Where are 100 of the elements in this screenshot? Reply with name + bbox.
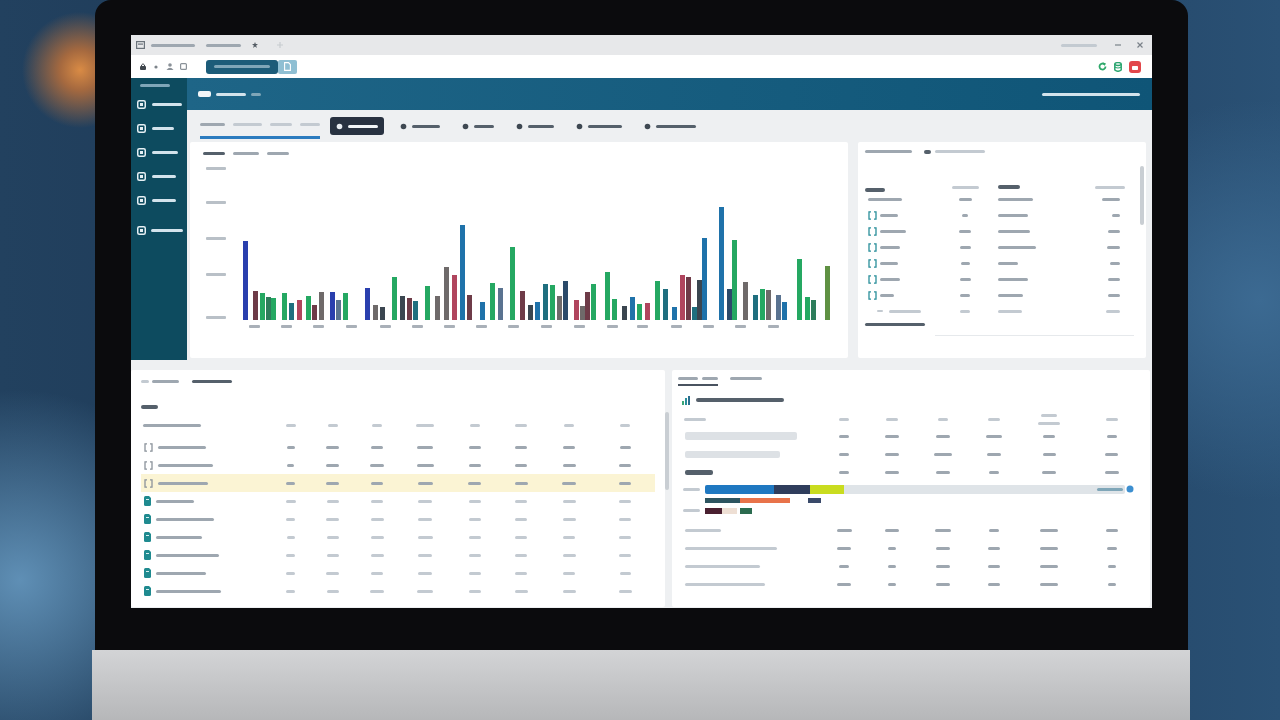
blurred-text [1095, 185, 1125, 189]
blurred-text [192, 379, 232, 383]
blurred-text [998, 185, 1020, 189]
blurred-text [685, 469, 713, 475]
blurred-text [286, 535, 295, 539]
blurred-text [880, 277, 900, 281]
blurred-text [158, 481, 208, 485]
blurred-text [326, 499, 339, 503]
bracket-icon [144, 478, 153, 488]
blurred-text [151, 43, 195, 47]
circle-icon [400, 122, 407, 130]
blurred-text [880, 229, 906, 233]
blurred-text [962, 213, 968, 217]
minimize-icon[interactable] [1115, 42, 1121, 48]
blurred-text [515, 535, 527, 539]
blurred-text [880, 293, 894, 297]
blurred-text [885, 470, 899, 474]
blurred-text [156, 553, 219, 557]
blurred-text [619, 535, 631, 539]
table-row[interactable] [141, 474, 655, 492]
blurred-text [1097, 487, 1123, 491]
blurred-text [1110, 261, 1120, 265]
blurred-text [619, 445, 631, 449]
blurred-text [678, 377, 698, 380]
blurred-text [1108, 229, 1120, 233]
lock-icon[interactable] [140, 63, 146, 70]
document-icon [284, 62, 291, 71]
blurred-text [880, 245, 900, 249]
blurred-text [889, 309, 921, 313]
address-go-button[interactable] [278, 59, 297, 74]
blurred-text [886, 417, 898, 421]
blurred-text [1041, 413, 1057, 417]
circle-icon [516, 122, 523, 130]
blurred-text [839, 417, 849, 421]
blurred-text [286, 445, 295, 449]
blurred-text [418, 571, 432, 575]
close-icon[interactable] [1137, 42, 1143, 48]
blurred-text [206, 43, 241, 47]
blurred-text [1042, 452, 1056, 456]
blurred-text [156, 517, 214, 521]
tab[interactable] [678, 377, 718, 386]
blurred-text [370, 517, 384, 521]
blurred-text [988, 546, 1000, 550]
blurred-text [474, 124, 494, 128]
database-icon[interactable] [1114, 61, 1122, 72]
blurred-text [1040, 546, 1058, 550]
blurred-text [158, 445, 206, 449]
filter-button[interactable] [330, 117, 384, 135]
blurred-text [619, 463, 631, 467]
blurred-text [588, 124, 622, 128]
blurred-text [140, 83, 170, 87]
blurred-text [888, 564, 896, 568]
blurred-text [936, 564, 950, 568]
blurred-text [326, 445, 339, 449]
blurred-text [989, 470, 999, 474]
blurred-text [998, 245, 1036, 249]
blurred-text [988, 564, 1000, 568]
blurred-text [286, 517, 295, 521]
circle-icon [644, 122, 651, 130]
blurred-text [233, 123, 262, 126]
blurred-text [998, 197, 1033, 201]
blurred-text [371, 445, 383, 449]
address-field[interactable] [206, 59, 278, 74]
knob-icon[interactable] [1126, 485, 1134, 493]
blurred-text [152, 198, 176, 202]
blurred-text [836, 528, 852, 532]
blurred-text [562, 589, 576, 593]
person-icon[interactable] [166, 63, 174, 70]
document-icon [144, 586, 151, 596]
blurred-text [562, 481, 576, 485]
blurred-text [214, 65, 270, 68]
blurred-text [417, 481, 433, 485]
blurred-text [938, 417, 948, 421]
blurred-text [286, 481, 295, 485]
square-outline-icon[interactable] [180, 63, 187, 70]
blurred-text [1106, 546, 1117, 550]
scrollbar[interactable] [665, 412, 669, 490]
blurred-text [326, 517, 339, 521]
blurred-text [988, 582, 1000, 586]
blurred-text [1040, 528, 1058, 532]
dot-icon[interactable] [154, 64, 158, 69]
blurred-text [959, 229, 971, 233]
blurred-text [951, 185, 979, 189]
blurred-text [656, 124, 696, 128]
blurred-text [371, 571, 383, 575]
blurred-text [620, 423, 630, 427]
blurred-text [989, 528, 999, 532]
app-icon[interactable] [1129, 60, 1141, 73]
blurred-text [1038, 421, 1060, 425]
blurred-text [986, 434, 1002, 438]
scrollbar[interactable] [1140, 166, 1144, 225]
blurred-text [562, 499, 576, 503]
blurred-text [198, 91, 211, 97]
refresh-icon[interactable] [1098, 62, 1107, 71]
blurred-text [371, 481, 383, 485]
blurred-text [934, 452, 952, 456]
document-icon [144, 514, 151, 524]
blurred-text [417, 445, 433, 449]
blurred-text [562, 463, 576, 467]
blurred-text [619, 517, 631, 521]
